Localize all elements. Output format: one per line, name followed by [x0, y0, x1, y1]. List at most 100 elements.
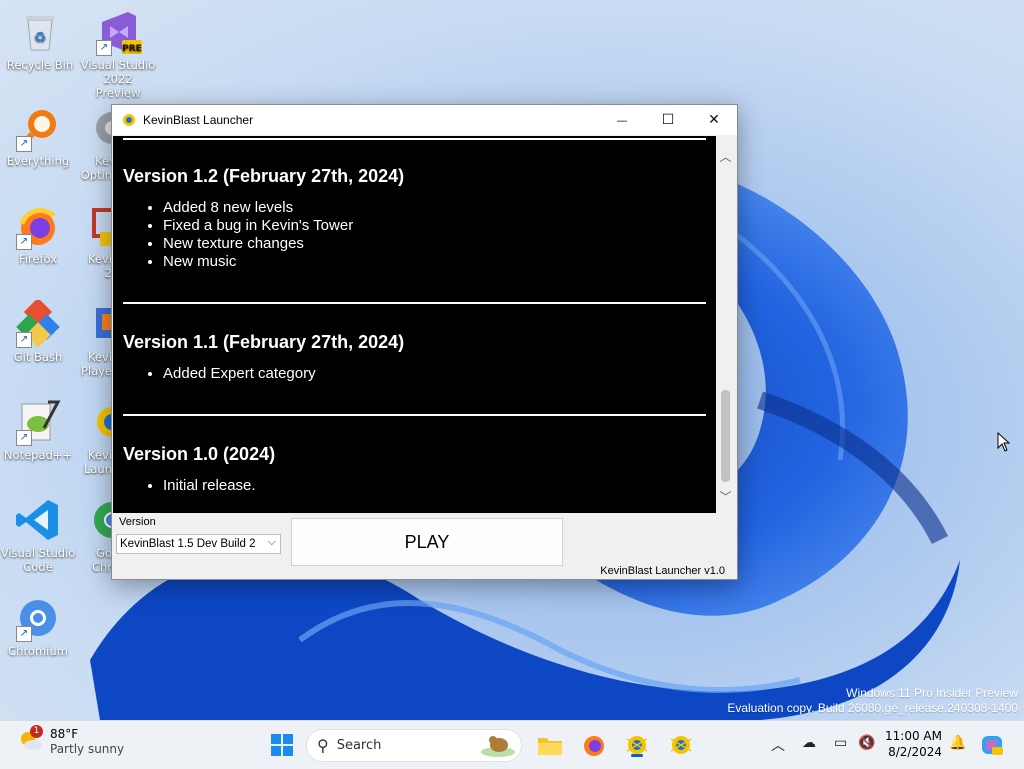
- windows-start-icon: [271, 734, 293, 756]
- clock-time: 11:00 AM: [885, 729, 942, 743]
- changelog-item: New texture changes: [163, 235, 706, 253]
- changelog-heading: Version 1.2 (February 27th, 2024): [123, 166, 405, 186]
- version-label: Version: [119, 516, 156, 528]
- weather-temperature: 88°F: [50, 727, 79, 741]
- taskbar-firefox[interactable]: [580, 731, 608, 759]
- active-indicator: [631, 754, 643, 757]
- changelog-entry: Version 1.2 (February 27th, 2024) Added …: [123, 166, 706, 271]
- changelog-item: Added 8 new levels: [163, 199, 706, 217]
- shortcut-arrow-icon: ↗: [96, 40, 112, 56]
- notification-bell-icon[interactable]: 🔔: [949, 735, 966, 751]
- shortcut-arrow-icon: ↗: [16, 234, 32, 250]
- desktop-icon-visual-studio-2022[interactable]: PRE ↗ Visual Studio 2022 Preview: [80, 8, 156, 100]
- desktop-icon-firefox[interactable]: ↗ Firefox: [0, 202, 76, 266]
- close-icon: ✕: [708, 112, 720, 128]
- kevinblast-app-icon: [670, 736, 692, 754]
- minimize-icon: —: [616, 113, 628, 127]
- desktop-icon-kevin-2[interactable]: Kevi 2: [78, 202, 114, 280]
- desktop-icon-label: Kevi Playe: [80, 350, 112, 378]
- chevron-down-icon: ⌵: [267, 536, 276, 548]
- changelog-item: Fixed a bug in Kevin's Tower: [163, 217, 706, 235]
- onedrive-icon[interactable]: ☁: [802, 735, 816, 751]
- desktop-icon-label: Kevi 2: [87, 252, 112, 280]
- desktop-icon-vscode[interactable]: Visual Studio Code: [0, 496, 76, 574]
- desktop-icon-kevin-player[interactable]: Kevi Playe: [78, 300, 114, 378]
- changelog-panel[interactable]: Version 1.2 (February 27th, 2024) Added …: [113, 136, 716, 513]
- watermark-line: Evaluation copy. Build 26080.ge_release.…: [727, 701, 1018, 715]
- clock-date: 8/2/2024: [888, 745, 942, 759]
- close-button[interactable]: ✕: [691, 105, 737, 135]
- taskbar-search[interactable]: ⚲ Search: [306, 729, 522, 762]
- launcher-version-text: KevinBlast Launcher v1.0: [600, 565, 725, 577]
- weather-condition: Partly sunny: [50, 742, 125, 756]
- taskbar-clock[interactable]: 11:00 AM 8/2/2024: [884, 728, 942, 760]
- shortcut-arrow-icon: ↗: [16, 430, 32, 446]
- changelog-item: New music: [163, 253, 706, 271]
- taskbar-file-explorer[interactable]: [536, 731, 564, 759]
- firefox-icon: [584, 736, 604, 756]
- divider: [123, 302, 706, 304]
- search-placeholder: Search: [336, 738, 382, 753]
- windows-watermark: Windows 11 Pro Insider Preview Evaluatio…: [727, 686, 1018, 716]
- desktop-icon-label: Firefox: [18, 252, 58, 266]
- desktop-icon-label: Visual Studio Code: [0, 546, 76, 574]
- launcher-window: KevinBlast Launcher — ☐ ✕ Version 1.2 (F…: [111, 104, 738, 580]
- play-button[interactable]: PLAY: [291, 518, 563, 566]
- title-bar[interactable]: KevinBlast Launcher — ☐ ✕: [112, 105, 737, 135]
- minimize-button[interactable]: —: [599, 105, 645, 135]
- launcher-footer: Version KevinBlast 1.5 Dev Build 2 ⌵ PLA…: [112, 513, 737, 579]
- divider: [123, 414, 706, 416]
- version-selected-value: KevinBlast 1.5 Dev Build 2: [120, 538, 256, 550]
- desktop-icon-label: Kevi Laun: [83, 448, 112, 476]
- taskbar: 1 88°F Partly sunny ⚲ Search ︿ ☁ ▭ 🔇 11:…: [0, 720, 1024, 769]
- svg-text:PRE: PRE: [122, 44, 142, 54]
- changelog-heading: Version 1.1 (February 27th, 2024): [123, 332, 405, 352]
- start-button[interactable]: [268, 731, 296, 759]
- copilot-button[interactable]: [978, 731, 1006, 759]
- folder-icon: [538, 738, 562, 755]
- chevron-up-icon: ︿: [771, 738, 785, 754]
- show-hidden-icons-button[interactable]: ︿: [771, 735, 785, 755]
- shortcut-arrow-icon: ↗: [16, 136, 32, 152]
- desktop-icon-recycle-bin[interactable]: ♻ Recycle Bin: [2, 8, 78, 72]
- desktop-icon-label: Git Bash: [13, 350, 63, 364]
- watermark-line: Windows 11 Pro Insider Preview: [846, 686, 1018, 700]
- changelog-scrollbar[interactable]: ︿ ﹀: [716, 136, 735, 513]
- scroll-down-button[interactable]: ﹀: [716, 486, 735, 506]
- weather-widget[interactable]: 1 88°F Partly sunny: [18, 725, 125, 757]
- desktop-icon-google-chrome[interactable]: Go Chr: [78, 496, 114, 574]
- chevron-up-icon: ︿: [719, 149, 732, 164]
- desktop-icon-label: Go Chr: [91, 546, 112, 574]
- desktop-icon-label: Everything: [6, 154, 70, 168]
- changelog-entry: Version 1.1 (February 27th, 2024) Added …: [123, 332, 706, 383]
- version-select[interactable]: KevinBlast 1.5 Dev Build 2 ⌵: [116, 534, 281, 554]
- svg-text:♻: ♻: [34, 30, 47, 46]
- changelog-entry: Version 1.0 (2024) Initial release.: [123, 444, 706, 495]
- chevron-down-icon: ﹀: [719, 489, 732, 504]
- desktop-icon-label: Notepad++: [3, 448, 73, 462]
- window-title: KevinBlast Launcher: [143, 113, 254, 127]
- taskbar-kevinblast-active[interactable]: [623, 731, 651, 759]
- maximize-button[interactable]: ☐: [645, 105, 691, 135]
- volume-muted-icon[interactable]: 🔇: [858, 735, 875, 751]
- scroll-up-button[interactable]: ︿: [716, 146, 735, 166]
- desktop-icon-chromium[interactable]: ↗ Chromium: [0, 594, 76, 658]
- desktop-icon-kevin-launcher[interactable]: Kevi Laun: [78, 398, 114, 476]
- desktop-icon-label: Chromium: [8, 644, 68, 658]
- search-icon: ⚲: [317, 736, 329, 755]
- scrollbar-thumb[interactable]: [721, 390, 730, 482]
- desktop-icon-everything[interactable]: ↗ Everything: [0, 104, 76, 168]
- desktop-icon-notepad-plus-plus[interactable]: ↗ Notepad++: [0, 398, 76, 462]
- shortcut-arrow-icon: ↗: [16, 626, 32, 642]
- recycle-bin-icon: ♻: [26, 16, 54, 51]
- copilot-icon: [982, 736, 1003, 755]
- desktop-icon-label: Visual Studio 2022 Preview: [80, 58, 156, 100]
- changelog-item: Added Expert category: [163, 365, 706, 383]
- taskbar-kevinblast-2[interactable]: [667, 731, 695, 759]
- network-icon[interactable]: ▭: [834, 735, 847, 751]
- search-highlight-icon: [481, 736, 515, 757]
- changelog-heading: Version 1.0 (2024): [123, 444, 276, 464]
- desktop-icon-git-bash[interactable]: ↗ Git Bash: [0, 297, 76, 364]
- kevinblast-app-icon: [123, 114, 135, 126]
- shortcut-arrow-icon: ↗: [16, 332, 32, 348]
